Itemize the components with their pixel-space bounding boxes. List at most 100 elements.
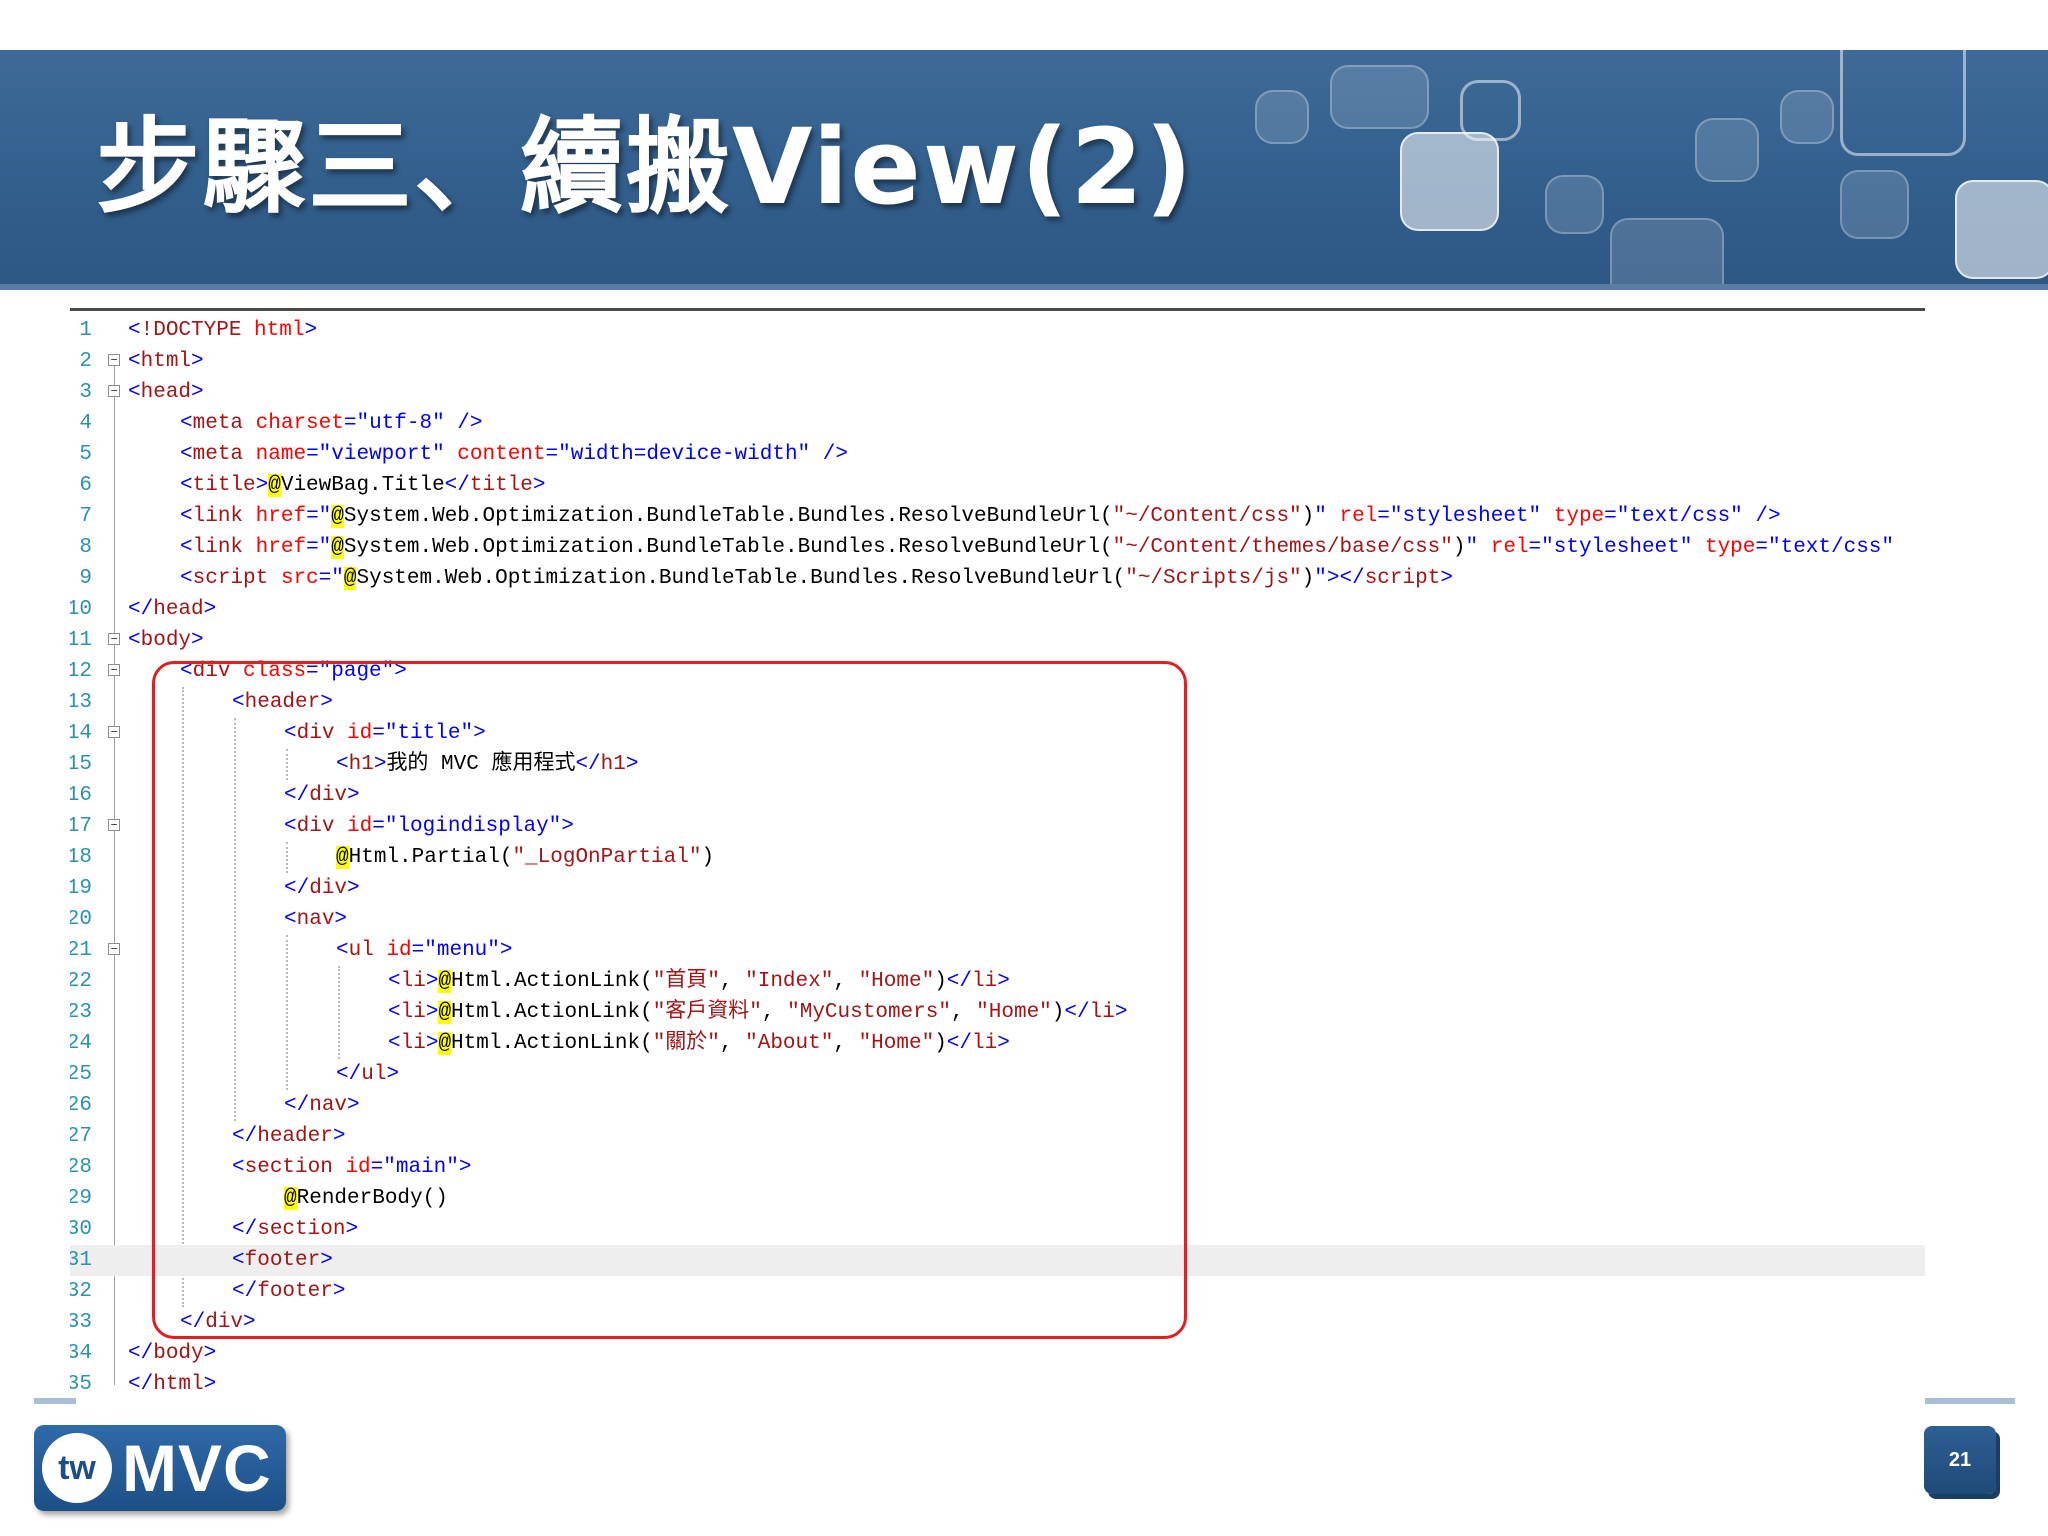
code-token: < xyxy=(128,381,141,404)
code-token: ="logindisplay"> xyxy=(372,815,574,838)
code-token: < xyxy=(388,1001,401,1024)
code-text: </div> xyxy=(284,873,360,904)
code-token: RenderBody() xyxy=(296,1187,448,1210)
code-token: nav xyxy=(296,908,335,931)
code-token: section xyxy=(244,1156,333,1179)
code-text: <html> xyxy=(128,346,204,377)
code-token: < xyxy=(180,567,193,590)
code-text: <header> xyxy=(232,687,333,718)
code-line: 34 </body> xyxy=(70,1338,1925,1369)
line-number: 6 xyxy=(79,474,92,497)
code-token: id xyxy=(347,722,373,745)
code-token: "MyCustomers" xyxy=(787,1001,951,1024)
code-line: 30 </section> xyxy=(70,1214,1925,1245)
code-token: ViewBag.Title xyxy=(280,474,445,497)
fold-toggle-icon[interactable]: − xyxy=(108,354,120,366)
decor-square xyxy=(1840,170,1909,239)
code-token: </ xyxy=(232,1280,258,1303)
code-token: @ xyxy=(438,1032,452,1055)
code-token: src xyxy=(280,567,319,590)
code-token: li xyxy=(400,1032,426,1055)
code-token: @ xyxy=(331,536,344,559)
code-token: > xyxy=(373,753,387,776)
code-token: ) xyxy=(934,1032,947,1055)
line-number: 23 xyxy=(70,1001,92,1024)
code-token: </ xyxy=(128,598,154,621)
code-token: > xyxy=(347,784,360,807)
code-token: </ xyxy=(1064,1001,1090,1024)
code-text: </ul> xyxy=(336,1059,399,1090)
line-number: 32 xyxy=(70,1280,92,1303)
code-line: 6 <title>@ViewBag.Title</title> xyxy=(70,470,1925,501)
code-token: </ xyxy=(444,474,470,497)
line-number: 29 xyxy=(70,1187,92,1210)
code-token: > xyxy=(532,474,546,497)
code-line: 13 <header> xyxy=(70,687,1925,718)
code-token: < xyxy=(232,1249,245,1272)
code-token: rel xyxy=(1490,536,1529,559)
code-text: <title>@ViewBag.Title</title> xyxy=(180,470,546,501)
code-text: </body> xyxy=(128,1338,216,1369)
code-text: </footer> xyxy=(232,1276,345,1307)
slide-title: 步驟三、續搬View(2) xyxy=(96,106,1195,228)
footer-rule-right xyxy=(1925,1398,2015,1404)
code-token: System.Web.Optimization.BundleTable.Bund… xyxy=(343,505,1113,528)
fold-toggle-icon[interactable]: − xyxy=(108,664,120,676)
code-token: header xyxy=(257,1125,333,1148)
code-token: name xyxy=(255,443,307,466)
code-token: </ xyxy=(946,1032,973,1055)
code-token: , xyxy=(833,970,859,993)
code-token: type xyxy=(1553,505,1605,528)
line-number: 19 xyxy=(70,877,92,900)
code-text: <link href="@System.Web.Optimization.Bun… xyxy=(180,532,1894,563)
code-token: Html.ActionLink( xyxy=(451,970,653,993)
code-token: > xyxy=(347,877,360,900)
code-text: </div> xyxy=(180,1307,256,1338)
code-line: 14 − <div id="title"> xyxy=(70,718,1925,749)
code-token: ="main"> xyxy=(370,1156,472,1179)
code-token: > xyxy=(1114,1001,1128,1024)
code-line: 29 @RenderBody() xyxy=(70,1183,1925,1214)
code-text: <body> xyxy=(128,625,204,656)
line-number: 9 xyxy=(79,567,92,590)
code-token: " xyxy=(1465,536,1491,559)
code-text: <div id="logindisplay"> xyxy=(284,811,574,842)
fold-toggle-icon[interactable]: − xyxy=(108,726,120,738)
code-token: meta xyxy=(192,443,244,466)
code-token: </ xyxy=(284,784,310,807)
fold-toggle-icon[interactable]: − xyxy=(108,633,120,645)
code-token: href xyxy=(255,536,307,559)
fold-toggle-icon[interactable]: − xyxy=(108,943,120,955)
code-token: footer xyxy=(257,1280,333,1303)
code-token: @ xyxy=(331,505,344,528)
code-token: "客戶資料" xyxy=(652,1001,762,1024)
line-number: 10 xyxy=(70,598,92,621)
code-text: <h1>我的 MVC 應用程式</h1> xyxy=(336,749,639,780)
code-token: section xyxy=(257,1218,346,1241)
code-token: 我的 MVC 應用程式 xyxy=(386,753,576,776)
fold-toggle-icon[interactable]: − xyxy=(108,385,120,397)
code-token: < xyxy=(180,536,193,559)
code-token: </ xyxy=(180,1311,206,1334)
fold-toggle-icon[interactable]: − xyxy=(108,819,120,831)
code-line: 25 </ul> xyxy=(70,1059,1925,1090)
code-token: li xyxy=(972,970,998,993)
decor-square xyxy=(1330,65,1429,129)
code-token: header xyxy=(244,691,321,714)
code-token: </ xyxy=(284,877,310,900)
code-token: html xyxy=(254,319,305,342)
line-number: 15 xyxy=(70,753,92,776)
code-token: li xyxy=(400,970,426,993)
code-token: script xyxy=(192,567,269,590)
code-token: </ xyxy=(128,1373,154,1396)
code-line: 9 <script src="@System.Web.Optimization.B… xyxy=(70,563,1925,594)
code-text: <link href="@System.Web.Optimization.Bun… xyxy=(180,501,1781,532)
line-number: 5 xyxy=(79,443,92,466)
code-token: > xyxy=(625,753,639,776)
decor-square xyxy=(1780,90,1834,144)
code-line: 18 @Html.Partial("_LogOnPartial") xyxy=(70,842,1925,873)
